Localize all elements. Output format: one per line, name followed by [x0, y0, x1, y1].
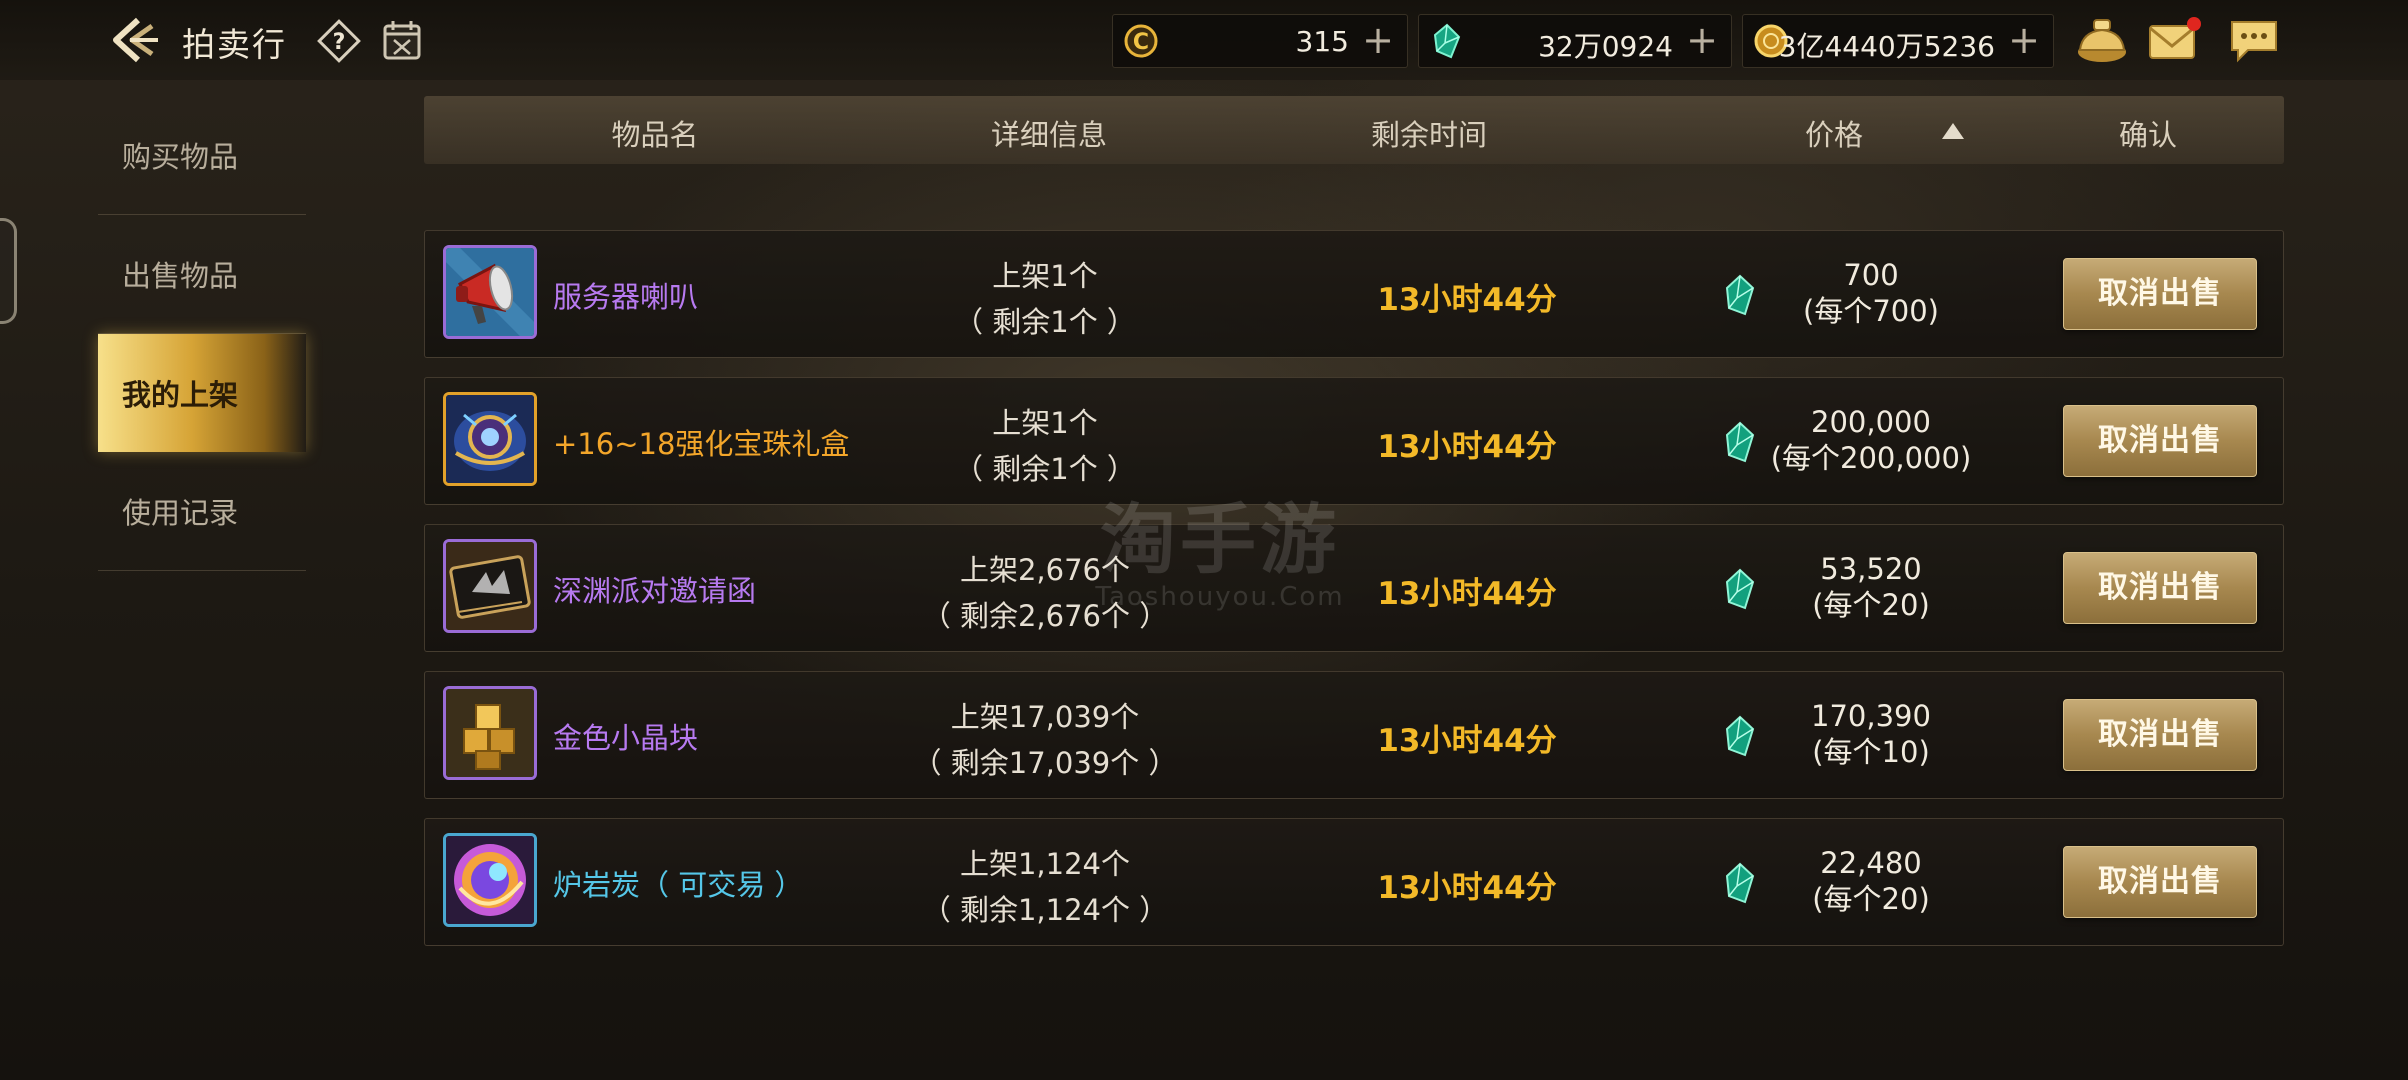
price-total: 22,480 [1820, 846, 1922, 880]
column-header-details: 详细信息 [990, 118, 1108, 152]
price-unit: (每个10) [1812, 735, 1930, 769]
sidebar-item-my-listings[interactable]: 我的上架 [98, 334, 306, 452]
time-left: 13小时44分 [1377, 723, 1557, 759]
sidebar-item-label: 购买物品 [122, 140, 239, 174]
item-name: 炉岩炭（ 可交易 ） [553, 868, 804, 902]
sidebar-item-label: 出售物品 [122, 259, 239, 293]
watermark-logo: 淘手游 [1100, 495, 1340, 584]
sidebar: 购买物品 出售物品 我的上架 使用记录 [98, 96, 306, 571]
sidebar-item-label: 我的上架 [122, 378, 239, 412]
price-total: 200,000 [1811, 405, 1931, 439]
coin-bag-icon[interactable] [2074, 14, 2130, 66]
table-row: 服务器喇叭 上架1个 （ 剩余1个 ） 13小时44分 700 (每个700) … [424, 230, 2284, 358]
add-currency-button[interactable]: + [1685, 19, 1719, 61]
page-title: 拍卖行 [182, 25, 287, 64]
cancel-sale-button[interactable]: 取消出售 [2063, 846, 2257, 918]
item-name: +16~18强化宝珠礼盒 [553, 427, 850, 461]
table-row: 炉岩炭（ 可交易 ） 上架1,124个 （ 剩余1,124个 ） 13小时44分… [424, 818, 2284, 946]
listed-quantity: 上架1个 [992, 259, 1098, 293]
currency-bind-coin: C 315 + [1112, 14, 1408, 68]
top-bar: 拍卖行 ? C 315 + 32万0924 + 3亿4440万5236 + [0, 0, 2408, 80]
price-unit: (每个20) [1812, 882, 1930, 916]
time-left: 13小时44分 [1377, 282, 1557, 318]
sort-ascending-icon[interactable] [1942, 123, 1964, 139]
megaphone-icon[interactable] [443, 245, 537, 339]
add-currency-button[interactable]: + [1361, 19, 1395, 61]
calendar-icon[interactable] [380, 18, 424, 62]
item-name: 服务器喇叭 [553, 280, 699, 314]
column-header-confirm: 确认 [2118, 118, 2178, 152]
column-header-time-left[interactable]: 剩余时间 [1371, 112, 1487, 154]
mail-icon[interactable] [2146, 14, 2202, 66]
sidebar-item-sell[interactable]: 出售物品 [98, 215, 306, 334]
listed-quantity: 上架1个 [992, 406, 1098, 440]
gold-crystal-icon[interactable] [443, 686, 537, 780]
remaining-quantity: （ 剩余1个 ） [954, 305, 1136, 339]
svg-text:?: ? [333, 30, 346, 55]
price-unit: (每个200,000) [1770, 441, 1972, 475]
currency-value: 3亿4440万5236 [1778, 30, 1995, 63]
column-header-item-name: 物品名 [611, 118, 699, 152]
edge-pull-tab[interactable] [0, 218, 17, 324]
add-currency-button[interactable]: + [2007, 19, 2041, 61]
watermark: 淘手游 Taoshouyou.Com [1060, 478, 1380, 612]
cancel-sale-button[interactable]: 取消出售 [2063, 699, 2257, 771]
cancel-sale-button[interactable]: 取消出售 [2063, 405, 2257, 477]
listed-quantity: 上架17,039个 [950, 700, 1140, 734]
time-left: 13小时44分 [1377, 870, 1557, 906]
price-unit: (每个700) [1803, 294, 1939, 328]
price-total: 53,520 [1820, 552, 1922, 586]
item-name: 深渊派对邀请函 [553, 574, 757, 608]
currency-gold: 3亿4440万5236 + [1742, 14, 2054, 68]
sidebar-item-history[interactable]: 使用记录 [98, 452, 306, 571]
cancel-sale-button[interactable]: 取消出售 [2063, 552, 2257, 624]
cancel-sale-button[interactable]: 取消出售 [2063, 258, 2257, 330]
remaining-quantity: （ 剩余1,124个 ） [921, 893, 1169, 927]
invitation-card-icon[interactable] [443, 539, 537, 633]
coin-c-icon: C [1123, 23, 1159, 59]
price-total: 700 [1843, 258, 1899, 292]
listed-quantity: 上架1,124个 [959, 847, 1131, 881]
lava-orb-icon[interactable] [443, 833, 537, 927]
table-header: 物品名 详细信息 剩余时间 价格 确认 [424, 96, 2284, 164]
sidebar-item-label: 使用记录 [122, 496, 239, 530]
watermark-url: Taoshouyou.Com [1095, 582, 1345, 612]
currency-value: 315 [1295, 25, 1349, 58]
help-icon[interactable]: ? [316, 18, 362, 64]
price-total: 170,390 [1811, 699, 1931, 733]
orb-box-icon[interactable] [443, 392, 537, 486]
time-left: 13小时44分 [1377, 429, 1557, 465]
back-arrow-icon[interactable] [108, 14, 164, 66]
currency-value: 32万0924 [1538, 30, 1673, 63]
column-header-price: 价格 [1804, 118, 1864, 152]
currency-gem: 32万0924 + [1418, 14, 1732, 68]
table-row: 金色小晶块 上架17,039个 （ 剩余17,039个 ） 13小时44分 17… [424, 671, 2284, 799]
remaining-quantity: （ 剩余17,039个 ） [912, 746, 1178, 780]
item-name: 金色小晶块 [553, 721, 699, 755]
sidebar-item-buy[interactable]: 购买物品 [98, 96, 306, 215]
svg-text:C: C [1133, 30, 1149, 55]
price-unit: (每个20) [1812, 588, 1930, 622]
time-left: 13小时44分 [1377, 576, 1557, 612]
chat-icon[interactable] [2226, 14, 2282, 66]
gem-icon [1429, 23, 1465, 59]
